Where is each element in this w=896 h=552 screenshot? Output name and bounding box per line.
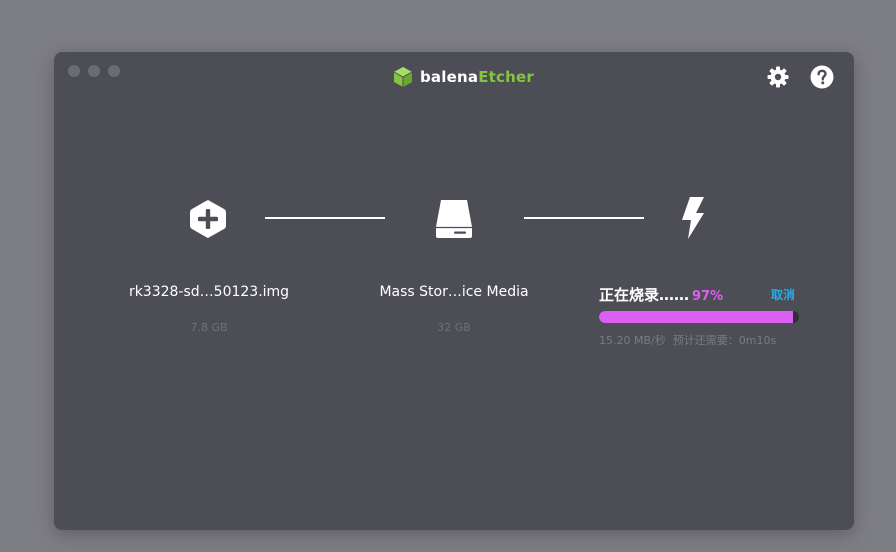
- drive-icon: [436, 200, 472, 238]
- image-filename: rk3328-sd…50123.img: [128, 284, 290, 300]
- flash-eta: 预计还需要：0m10s: [672, 334, 777, 347]
- etcher-window: balenaEtcher rk3328-sd…50123.img 7.8 GB …: [54, 52, 854, 530]
- gear-icon: [767, 66, 789, 88]
- help-button[interactable]: [810, 65, 834, 89]
- drive-size: 32 GB: [437, 321, 471, 334]
- flash-speed: 15.20 MB/秒: [599, 334, 666, 347]
- select-drive-button[interactable]: [434, 198, 474, 244]
- cube-logo-icon: [393, 67, 413, 87]
- cancel-button[interactable]: 取消: [771, 286, 795, 303]
- image-size: 7.8 GB: [190, 321, 228, 334]
- flash-percent: 97%: [692, 289, 724, 304]
- window-close-button[interactable]: [68, 65, 80, 77]
- select-image-button[interactable]: [188, 198, 228, 244]
- settings-button[interactable]: [766, 65, 790, 89]
- flash-status-label: 正在烧录……: [599, 286, 690, 304]
- app-title-part1: balena: [420, 68, 479, 86]
- flash-status-text: 正在烧录…… 97%: [599, 284, 723, 305]
- drive-name: Mass Stor…ice Media: [379, 284, 529, 300]
- lightning-icon: [682, 197, 704, 239]
- flash-step: [678, 196, 706, 244]
- app-title-part2: Etcher: [478, 68, 534, 86]
- window-zoom-button[interactable]: [108, 65, 120, 77]
- step-connector-1: [265, 217, 385, 219]
- flash-speed-eta: 15.20 MB/秒 预计还需要：0m10s: [599, 332, 776, 348]
- window-minimize-button[interactable]: [88, 65, 100, 77]
- question-icon: [810, 65, 834, 89]
- step-connector-2: [524, 217, 644, 219]
- app-title: balenaEtcher: [420, 68, 534, 86]
- flash-progress-bar: [599, 311, 799, 323]
- plus-hexagon-icon: [190, 200, 226, 238]
- flash-progress-fill: [599, 311, 793, 323]
- app-brand: balenaEtcher: [392, 66, 534, 88]
